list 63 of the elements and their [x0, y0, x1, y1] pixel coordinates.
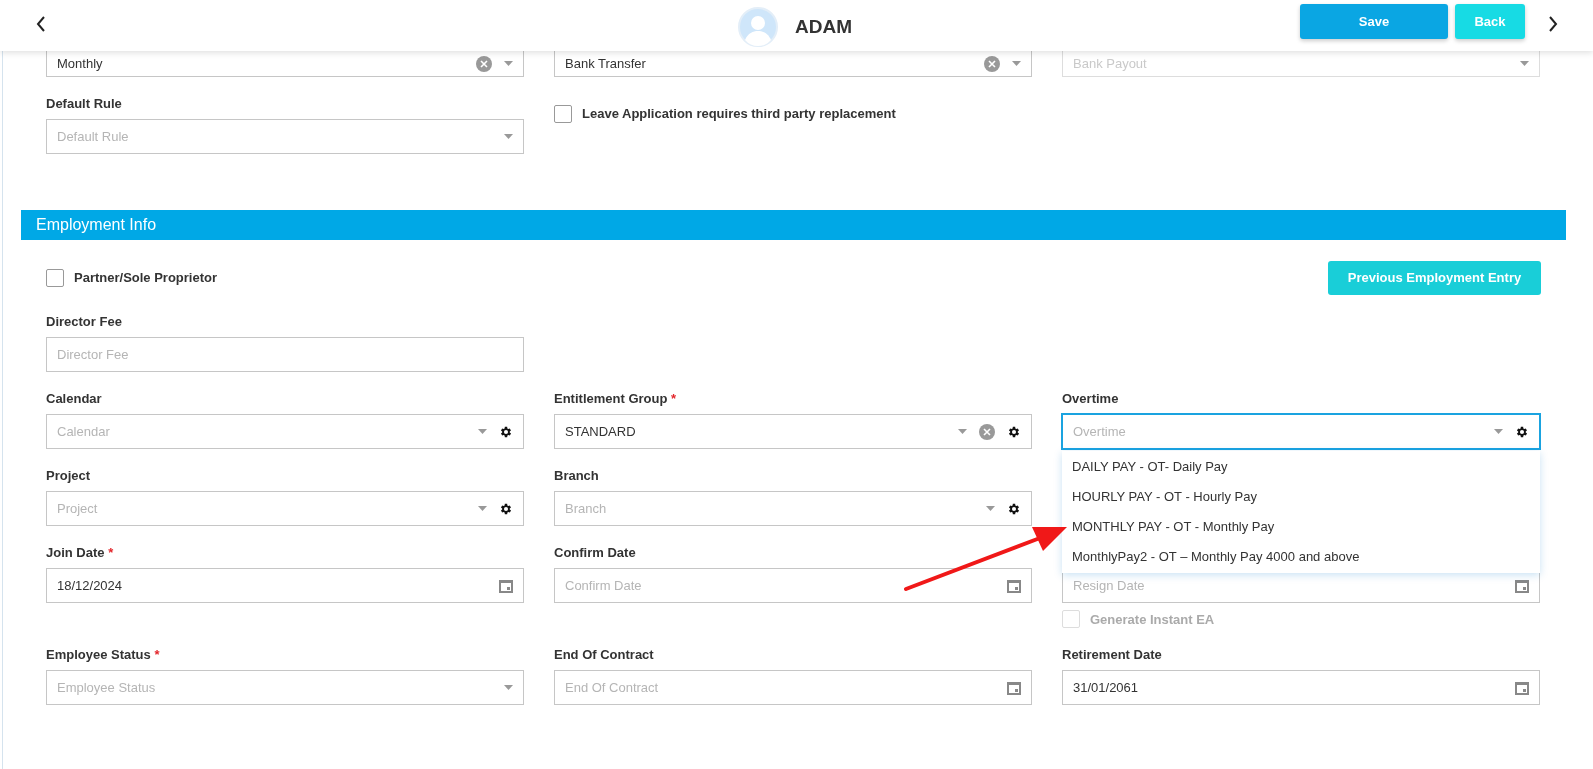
- caret-icon[interactable]: [504, 61, 513, 66]
- field-label: Director Fee: [46, 314, 123, 330]
- caret-icon[interactable]: [478, 429, 487, 434]
- field-label: Branch: [554, 468, 600, 484]
- dropdown-option[interactable]: HOURLY PAY - OT - Hourly Pay: [1062, 481, 1540, 511]
- checkbox-label: Generate Instant EA: [1090, 611, 1215, 627]
- date-field[interactable]: 31/01/2061: [1062, 670, 1540, 705]
- field-label: Join Date *: [46, 545, 115, 561]
- save-button[interactable]: Save: [1300, 4, 1448, 39]
- checkbox[interactable]: [554, 104, 572, 123]
- previous-employment-button[interactable]: Previous Employment Entry: [1328, 260, 1541, 295]
- caret-icon[interactable]: [958, 429, 967, 434]
- select-field[interactable]: Overtime: [1062, 414, 1540, 449]
- calendar-icon[interactable]: [1007, 680, 1021, 695]
- calendar-icon[interactable]: [1515, 680, 1529, 695]
- checkbox-label: Partner/Sole Proprietor: [74, 270, 218, 285]
- caret-icon[interactable]: [1494, 429, 1503, 434]
- select-field[interactable]: Bank Transfer: [554, 51, 1032, 77]
- select-field[interactable]: Branch: [554, 491, 1032, 526]
- dropdown-option[interactable]: MonthlyPay2 - OT – Monthly Pay 4000 and above: [1062, 541, 1540, 571]
- field-label: End Of Contract: [554, 647, 655, 663]
- checkbox-label: Leave Application requires third party replacement: [582, 106, 896, 121]
- settings-icon[interactable]: [1007, 424, 1021, 439]
- caret-icon[interactable]: [504, 685, 513, 690]
- settings-icon[interactable]: [499, 424, 513, 439]
- select-field[interactable]: Project: [46, 491, 524, 526]
- calendar-icon[interactable]: [1515, 578, 1529, 593]
- caret-icon[interactable]: [1012, 61, 1021, 66]
- caret-icon[interactable]: [478, 506, 487, 511]
- field-label: Default Rule: [46, 96, 123, 112]
- settings-icon[interactable]: [1007, 501, 1021, 516]
- field-label: Employee Status *: [46, 647, 161, 663]
- field-label: Retirement Date: [1062, 647, 1163, 663]
- clear-icon[interactable]: [979, 423, 995, 440]
- select-field[interactable]: Calendar: [46, 414, 524, 449]
- dropdown-option[interactable]: DAILY PAY - OT- Daily Pay: [1062, 451, 1540, 481]
- field-label: Calendar: [46, 391, 103, 407]
- field-label: Confirm Date: [554, 545, 637, 561]
- select-field[interactable]: Employee Status: [46, 670, 524, 705]
- clear-icon[interactable]: [984, 55, 1000, 72]
- settings-icon[interactable]: [1515, 424, 1529, 439]
- date-field[interactable]: 18/12/2024: [46, 568, 524, 603]
- avatar-icon: [738, 7, 778, 47]
- dropdown-option[interactable]: MONTHLY PAY - OT - Monthly Pay: [1062, 511, 1540, 541]
- section-title: Employment Info: [36, 216, 157, 234]
- caret-icon[interactable]: [504, 134, 513, 139]
- settings-icon[interactable]: [499, 501, 513, 516]
- field-label: Project: [46, 468, 92, 484]
- employee-name: ADAM: [795, 16, 852, 38]
- field-label: Entitlement Group *: [554, 391, 678, 407]
- calendar-icon[interactable]: [499, 578, 513, 593]
- date-field[interactable]: Confirm Date: [554, 568, 1032, 603]
- clear-icon[interactable]: [476, 55, 492, 72]
- caret-icon[interactable]: [986, 506, 995, 511]
- calendar-icon[interactable]: [1007, 578, 1021, 593]
- select-field[interactable]: STANDARD: [554, 414, 1032, 449]
- checkbox[interactable]: [46, 268, 64, 287]
- field-label: Overtime: [1062, 391, 1120, 407]
- back-button[interactable]: Back: [1455, 4, 1525, 39]
- input-field[interactable]: Director Fee: [46, 337, 524, 372]
- date-field[interactable]: End Of Contract: [554, 670, 1032, 705]
- select-field[interactable]: Default Rule: [46, 119, 524, 154]
- select-field[interactable]: Monthly: [46, 51, 524, 77]
